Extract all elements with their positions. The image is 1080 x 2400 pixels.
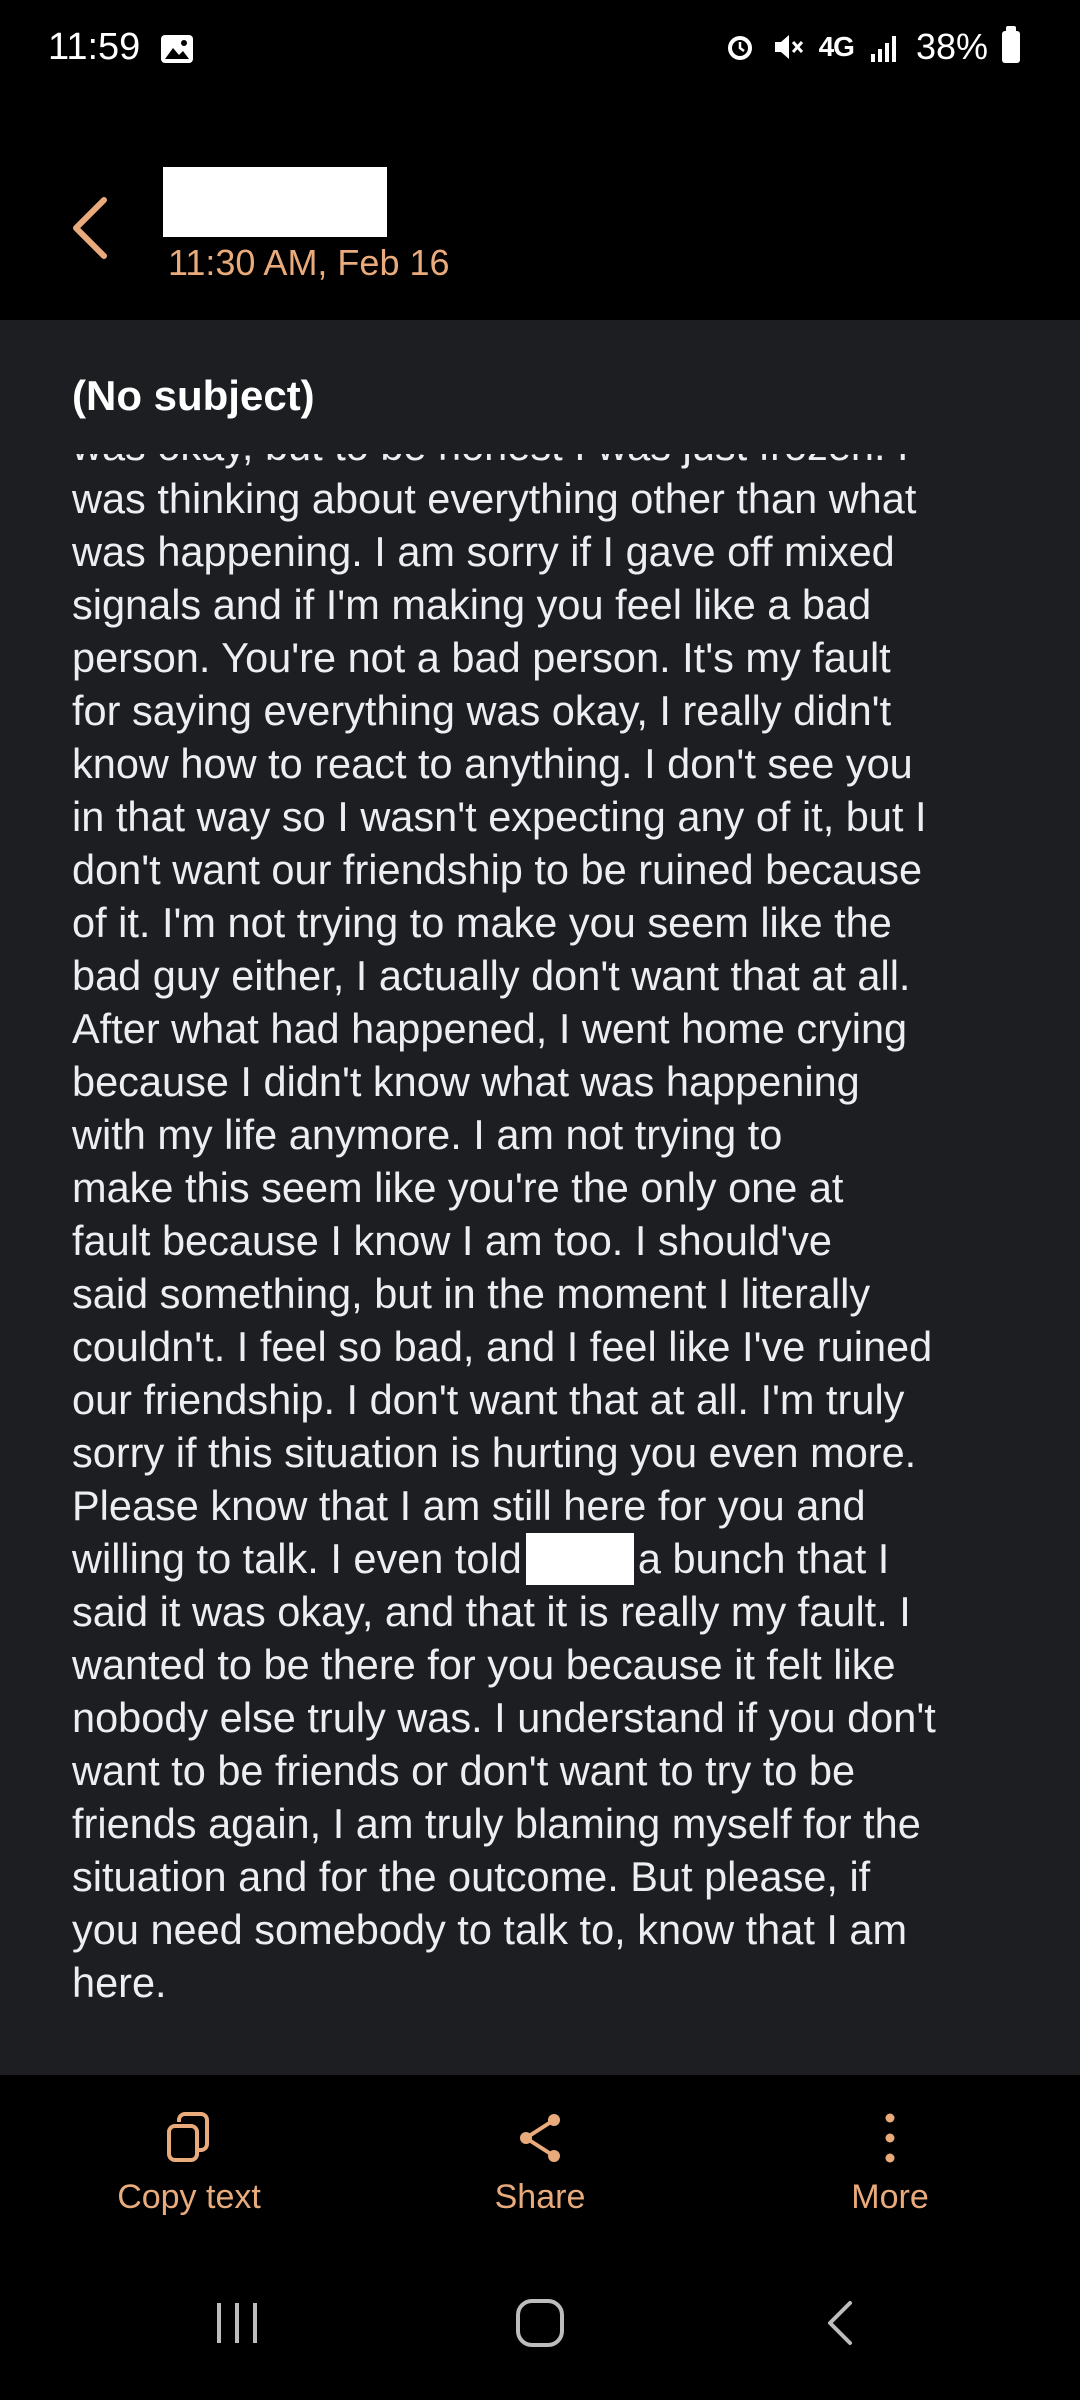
message-line: you need somebody to talk to, know that … xyxy=(72,1906,908,1953)
message-line: make this seem like you're the only one … xyxy=(72,1164,844,1211)
copy-icon xyxy=(167,2112,209,2162)
share-button[interactable]: Share xyxy=(390,2110,690,2217)
message-line: said something, but in the moment I lite… xyxy=(72,1270,871,1317)
home-icon[interactable] xyxy=(510,2297,570,2349)
message-line: know how to react to anything. I don't s… xyxy=(72,740,913,787)
more-label: More xyxy=(851,2178,929,2216)
message-line: with my life anymore. I am not trying to xyxy=(72,1111,783,1158)
message-line: for saying everything was okay, I really… xyxy=(72,687,892,734)
status-time: 11:59 xyxy=(48,26,141,68)
message-line: person. You're not a bad person. It's my… xyxy=(72,634,891,681)
message-line: was thinking about everything other than… xyxy=(72,475,917,522)
redacted-sender-name xyxy=(163,167,387,237)
status-icons: 4G 38% xyxy=(723,26,1020,68)
message-line: of it. I'm not trying to make you seem l… xyxy=(72,899,892,946)
message-line: signals and if I'm making you feel like … xyxy=(72,581,872,628)
action-bar: Copy text Share More xyxy=(0,2075,1080,2245)
message-line-redacted: willing to talk. I even told a bunch that… xyxy=(72,1532,936,1586)
message-line: our friendship. I don't want that at all… xyxy=(72,1376,905,1423)
copy-text-label: Copy text xyxy=(117,2178,261,2216)
message-line: After what had happened, I went home cry… xyxy=(72,1005,908,1052)
copy-text-button[interactable]: Copy text xyxy=(39,2110,339,2217)
message-line: situation and for the outcome. But pleas… xyxy=(72,1853,871,1900)
message-line: bad guy either, I actually don't want th… xyxy=(72,952,911,999)
message-line: wanted to be there for you because it fe… xyxy=(72,1641,896,1688)
recents-icon[interactable] xyxy=(207,2297,267,2349)
message-line: don't want our friendship to be ruined b… xyxy=(72,846,923,893)
system-nav-bar xyxy=(0,2245,1080,2400)
message-line: friends again, I am truly blaming myself… xyxy=(72,1800,921,1847)
message-line: fault because I know I am too. I should'… xyxy=(72,1217,832,1264)
message-text: was okay, but to be honest I was just fr… xyxy=(72,454,936,2009)
message-line: was happening. I am sorry if I gave off … xyxy=(72,528,895,575)
alarm-icon xyxy=(727,36,752,60)
message-subject: (No subject) xyxy=(72,372,315,419)
message-line: here. xyxy=(72,1959,167,2006)
message-text-scroll[interactable]: was okay, but to be honest I was just fr… xyxy=(0,454,1080,2044)
message-fragment: willing to talk. I even told xyxy=(72,1535,522,1582)
back-arrow-icon[interactable] xyxy=(62,188,122,268)
status-bar: 11:59 4G 38% xyxy=(0,0,1080,100)
gallery-icon xyxy=(161,35,193,63)
message-line: couldn't. I feel so bad, and I feel like… xyxy=(72,1323,933,1370)
redacted-name xyxy=(525,1533,634,1586)
network-label: 4G xyxy=(818,31,855,62)
signal-icon xyxy=(870,36,896,62)
back-icon[interactable] xyxy=(812,2297,872,2349)
message-line: want to be friends or don't want to try … xyxy=(72,1747,856,1794)
message-line: sorry if this situation is hurting you e… xyxy=(72,1429,917,1476)
more-icon xyxy=(885,2113,895,2163)
message-line: was okay, but to be honest I was just fr… xyxy=(72,454,936,472)
message-fragment: a bunch that I xyxy=(637,1535,890,1582)
share-icon xyxy=(520,2114,560,2162)
battery-icon xyxy=(1002,26,1020,63)
message-line: Please know that I am still here for you… xyxy=(72,1482,866,1529)
mute-icon xyxy=(774,35,803,59)
more-button[interactable]: More xyxy=(740,2110,1040,2217)
message-line: said it was okay, and that it is really … xyxy=(72,1588,911,1635)
share-label: Share xyxy=(494,2178,586,2216)
message-line: in that way so I wasn't expecting any of… xyxy=(72,793,927,840)
message-line: nobody else truly was. I understand if y… xyxy=(72,1694,936,1741)
battery-percent: 38% xyxy=(915,26,988,67)
message-header: 11:30 AM, Feb 16 xyxy=(0,100,1080,320)
message-body: (No subject) was okay, but to be honest … xyxy=(0,320,1080,2075)
message-line: because I didn't know what was happening xyxy=(72,1058,860,1105)
message-date: 11:30 AM, Feb 16 xyxy=(168,242,450,283)
